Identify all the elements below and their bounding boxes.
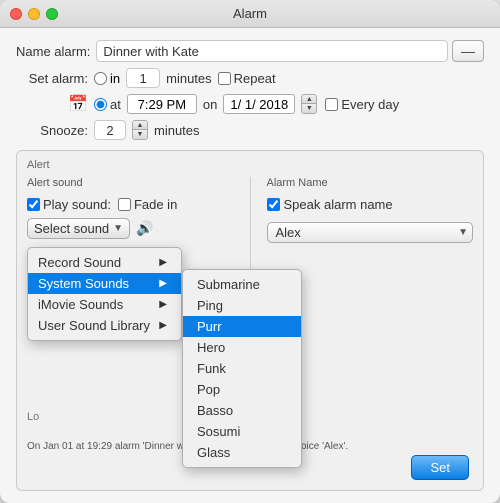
snooze-row: Snooze: ▲ ▼ minutes (16, 120, 484, 140)
alarm-name-label: Alarm Name (267, 177, 474, 189)
voice-value: Alex (276, 225, 459, 240)
submenu-item-glass[interactable]: Glass (183, 442, 301, 463)
set-button[interactable]: Set (411, 455, 469, 480)
set-alarm-row-in: Set alarm: in minutes Repeat (16, 68, 484, 88)
user-sound-arrow: ▶ (159, 320, 167, 331)
submenu-item-basso[interactable]: Basso (183, 400, 301, 421)
minimize-button[interactable] (28, 8, 40, 20)
snooze-up[interactable]: ▲ (133, 121, 147, 130)
window-controls (10, 8, 58, 20)
snooze-label: Snooze: (16, 123, 88, 138)
system-sounds-submenu: SubmarinePingPurrHeroFunkPopBassoSosumiG… (182, 269, 302, 468)
submenu-item-sosumi[interactable]: Sosumi (183, 421, 301, 442)
select-sound-arrow: ▼ (113, 223, 123, 234)
speak-alarm-label: Speak alarm name (284, 197, 393, 212)
calendar-icon[interactable]: 📅 (16, 94, 88, 114)
alert-left: Alert sound Play sound: Fade in Select s… (27, 177, 234, 423)
in-radio-label[interactable]: in (94, 71, 120, 86)
on-label: on (203, 97, 217, 112)
close-button[interactable] (10, 8, 22, 20)
maximize-button[interactable] (46, 8, 58, 20)
play-sound-row: Play sound: Fade in (27, 197, 234, 212)
minutes-label: minutes (166, 71, 212, 86)
user-sound-item[interactable]: User Sound Library ▶ (28, 315, 181, 336)
submenu-item-funk[interactable]: Funk (183, 358, 301, 379)
play-sound-checkbox[interactable] (27, 198, 40, 211)
at-radio[interactable] (94, 98, 107, 111)
date-stepper[interactable]: ▲ ▼ (301, 94, 317, 114)
submenu-item-purr[interactable]: Purr (183, 316, 301, 337)
fade-in-label: Fade in (134, 197, 177, 212)
speak-alarm-checkbox[interactable] (267, 198, 280, 211)
time-input[interactable] (127, 94, 197, 114)
voice-dropdown[interactable]: Alex ▼ (267, 222, 474, 243)
dash-button[interactable]: — (452, 40, 484, 62)
snooze-input[interactable] (94, 120, 126, 140)
set-alarm-label: Set alarm: (16, 71, 88, 86)
snooze-stepper[interactable]: ▲ ▼ (132, 120, 148, 140)
submenu-item-hero[interactable]: Hero (183, 337, 301, 358)
snooze-minutes-label: minutes (154, 123, 200, 138)
voice-dropdown-arrow: ▼ (458, 227, 468, 238)
in-radio[interactable] (94, 72, 107, 85)
volume-icon: 🔊 (136, 220, 153, 237)
user-sound-label: User Sound Library (38, 318, 150, 333)
snooze-down[interactable]: ▼ (133, 130, 147, 139)
main-content: Name alarm: — Set alarm: in minutes Repe… (0, 28, 500, 503)
every-day-label: Every day (341, 97, 399, 112)
name-alarm-input[interactable] (96, 40, 448, 62)
select-sound-row: Select sound ▼ 🔊 (27, 218, 234, 239)
alert-section-title: Alert (27, 159, 473, 171)
speak-row: Speak alarm name (267, 197, 474, 212)
alert-sound-label: Alert sound (27, 177, 234, 189)
record-sound-item[interactable]: Record Sound ▶ (28, 252, 181, 273)
select-sound-button[interactable]: Select sound ▼ (27, 218, 130, 239)
date-down[interactable]: ▼ (302, 104, 316, 113)
name-alarm-label: Name alarm: (16, 44, 90, 59)
date-up[interactable]: ▲ (302, 95, 316, 104)
record-sound-label: Record Sound (38, 255, 121, 270)
sound-menu: Record Sound ▶ System Sounds ▶ iMovie So… (27, 247, 182, 341)
imovie-sounds-arrow: ▶ (159, 299, 167, 310)
window-title: Alarm (233, 6, 267, 21)
submenu-item-pop[interactable]: Pop (183, 379, 301, 400)
fade-in-checkbox[interactable] (118, 198, 131, 211)
alert-section: Alert Alert sound Play sound: Fade in Se… (16, 150, 484, 491)
alarm-window: Alarm Name alarm: — Set alarm: in minute… (0, 0, 500, 503)
name-alarm-row: Name alarm: — (16, 40, 484, 62)
play-sound-label: Play sound: (43, 197, 111, 212)
date-input[interactable] (223, 94, 295, 114)
imovie-sounds-label: iMovie Sounds (38, 297, 123, 312)
in-label: in (110, 71, 120, 86)
in-minutes-input[interactable] (126, 68, 160, 88)
record-sound-arrow: ▶ (159, 257, 167, 268)
at-radio-label[interactable]: at (94, 97, 121, 112)
title-bar: Alarm (0, 0, 500, 28)
submenu-item-submarine[interactable]: Submarine (183, 274, 301, 295)
select-sound-label: Select sound (34, 221, 109, 236)
repeat-checkbox[interactable] (218, 72, 231, 85)
repeat-label: Repeat (234, 71, 276, 86)
lo-label: Lo (27, 411, 39, 423)
set-alarm-row-at: 📅 at on ▲ ▼ Every day (16, 94, 484, 114)
system-sounds-arrow: ▶ (159, 278, 167, 289)
every-day-checkbox[interactable] (325, 98, 338, 111)
imovie-sounds-item[interactable]: iMovie Sounds ▶ (28, 294, 181, 315)
submenu-item-ping[interactable]: Ping (183, 295, 301, 316)
at-label: at (110, 97, 121, 112)
system-sounds-item[interactable]: System Sounds ▶ (28, 273, 181, 294)
alert-inner: Alert sound Play sound: Fade in Select s… (27, 177, 473, 423)
system-sounds-label: System Sounds (38, 276, 129, 291)
